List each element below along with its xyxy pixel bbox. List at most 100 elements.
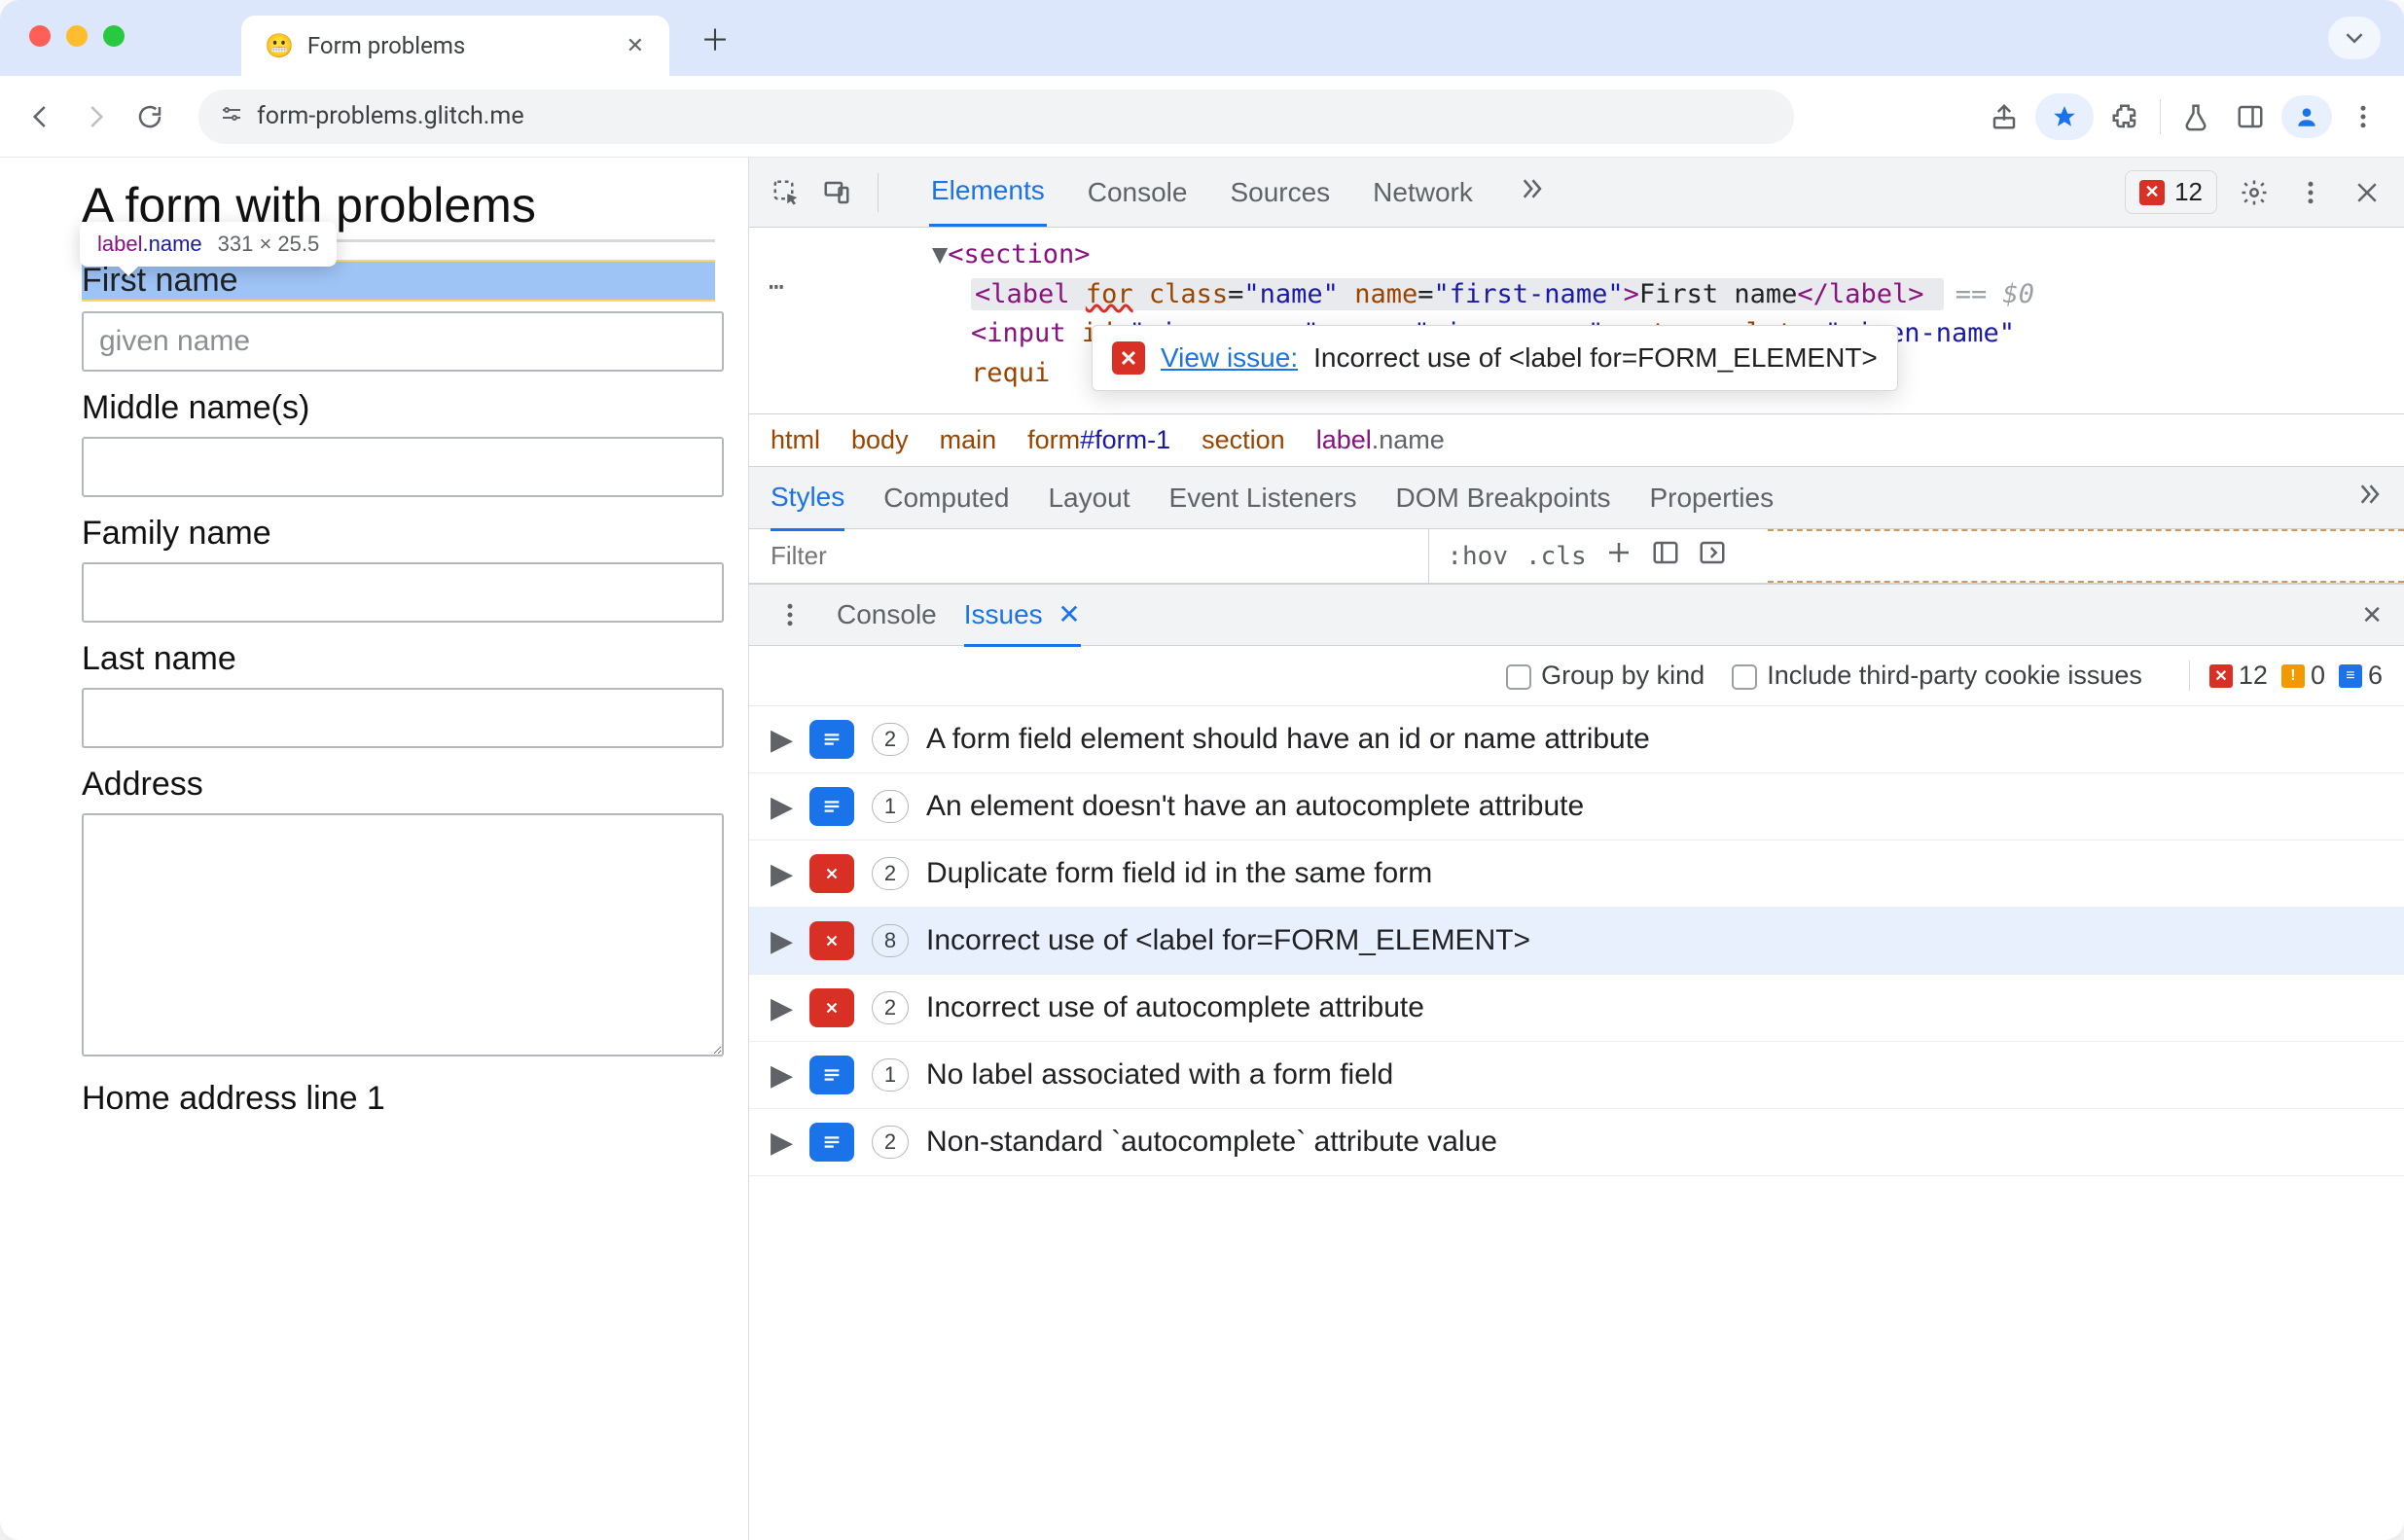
styles-tab-styles[interactable]: Styles xyxy=(771,482,844,531)
first-name-input[interactable] xyxy=(82,311,724,372)
selected-trailer: == $0 xyxy=(1955,279,2034,309)
profile-button[interactable] xyxy=(2281,95,2332,138)
error-icon: ✕ xyxy=(2139,180,2165,205)
web-page: A form with problems label.name 331 × 25… xyxy=(0,158,749,1540)
cls-toggle[interactable]: .cls xyxy=(1525,542,1587,571)
styles-tab-overflow[interactable] xyxy=(2353,480,2383,516)
issue-row[interactable]: ▶1An element doesn't have an autocomplet… xyxy=(749,773,2404,841)
devtools-menu-button[interactable] xyxy=(2291,173,2330,212)
device-toolbar-button[interactable] xyxy=(817,173,856,212)
tab-favicon: 😬 xyxy=(265,32,294,59)
info-count-summary[interactable]: ≡6 xyxy=(2339,661,2383,691)
error-count: 12 xyxy=(2174,177,2203,207)
issue-row[interactable]: ▶2Incorrect use of autocomplete attribut… xyxy=(749,975,2404,1042)
tab-sources[interactable]: Sources xyxy=(1228,160,1332,226)
error-count-pill[interactable]: ✕ 12 xyxy=(2125,170,2217,214)
toggle-rendering-panel[interactable] xyxy=(1698,538,1727,574)
tab-elements[interactable]: Elements xyxy=(929,158,1047,227)
tab-close-icon[interactable]: ✕ xyxy=(627,34,644,58)
tooltip-tagname: label xyxy=(97,232,142,256)
issue-row[interactable]: ▶1No label associated with a form field xyxy=(749,1042,2404,1109)
labs-button[interactable] xyxy=(2172,93,2219,140)
drawer-menu-button[interactable] xyxy=(771,595,809,634)
side-panel-button[interactable] xyxy=(2227,93,2274,140)
tab-overflow-button[interactable] xyxy=(1514,157,1547,228)
inspect-element-button[interactable] xyxy=(767,173,806,212)
view-issue-link[interactable]: View issue: xyxy=(1161,338,1298,378)
issue-title: Incorrect use of <label for=FORM_ELEMENT… xyxy=(926,924,1530,957)
issue-row[interactable]: ▶8Incorrect use of <label for=FORM_ELEME… xyxy=(749,908,2404,975)
include-third-party-checkbox[interactable]: Include third-party cookie issues xyxy=(1732,661,2142,691)
crumb-body[interactable]: body xyxy=(851,425,909,455)
close-window-button[interactable] xyxy=(29,25,51,47)
crumb-main[interactable]: main xyxy=(940,425,997,455)
devtools-separator xyxy=(878,173,879,212)
crumb-section[interactable]: section xyxy=(1202,425,1285,455)
styles-tab-layout[interactable]: Layout xyxy=(1048,483,1130,514)
expand-icon[interactable]: ▶ xyxy=(771,1126,792,1160)
computed-sidebar-toggle[interactable] xyxy=(1651,538,1680,574)
issue-severity-icon xyxy=(809,1123,854,1162)
expand-icon[interactable]: ▶ xyxy=(771,723,792,757)
styles-filter-input[interactable] xyxy=(749,541,1428,571)
address-bar[interactable]: form-problems.glitch.me xyxy=(198,90,1794,144)
new-style-rule-button[interactable] xyxy=(1604,538,1633,574)
issue-row[interactable]: ▶2A form field element should have an id… xyxy=(749,706,2404,773)
crumb-label[interactable]: label.name xyxy=(1316,425,1445,455)
hov-toggle[interactable]: :hov xyxy=(1447,542,1508,571)
styles-tab-eventlisteners[interactable]: Event Listeners xyxy=(1169,483,1357,514)
elements-tree[interactable]: ⋯ ▼<section> <label for class="name" nam… xyxy=(749,228,2404,414)
share-button[interactable] xyxy=(1981,93,2027,140)
styles-tab-properties[interactable]: Properties xyxy=(1649,483,1774,514)
expand-icon[interactable]: ▶ xyxy=(771,1058,792,1092)
extensions-button[interactable] xyxy=(2101,93,2148,140)
issue-row[interactable]: ▶2Duplicate form field id in the same fo… xyxy=(749,841,2404,908)
fullscreen-window-button[interactable] xyxy=(103,25,125,47)
group-by-kind-checkbox[interactable]: Group by kind xyxy=(1506,661,1704,691)
drawer-tab-console[interactable]: Console xyxy=(837,599,937,630)
drawer-tab-issues[interactable]: Issues ✕ xyxy=(964,598,1081,647)
new-tab-button[interactable]: ＋ xyxy=(691,14,739,62)
close-devtools-button[interactable] xyxy=(2348,173,2386,212)
family-name-input[interactable] xyxy=(82,562,724,623)
issue-title: No label associated with a form field xyxy=(926,1058,1393,1092)
issue-title: Duplicate form field id in the same form xyxy=(926,857,1432,890)
drawer-close-button[interactable]: ✕ xyxy=(2361,600,2383,630)
tooltip-class: .name xyxy=(142,232,201,256)
back-button[interactable] xyxy=(18,93,64,140)
browser-tab[interactable]: 😬 Form problems ✕ xyxy=(241,16,669,76)
collapsed-parents-icon[interactable]: ⋯ xyxy=(769,269,786,306)
url-text: form-problems.glitch.me xyxy=(257,102,524,130)
issue-title: Non-standard `autocomplete` attribute va… xyxy=(926,1126,1497,1159)
tab-overflow-button[interactable] xyxy=(2328,17,2381,59)
crumb-form[interactable]: form#form-1 xyxy=(1027,425,1170,455)
gear-icon xyxy=(2240,178,2269,207)
issue-title: A form field element should have an id o… xyxy=(926,723,1650,756)
error-count-summary[interactable]: ✕12 xyxy=(2209,661,2268,691)
last-name-input[interactable] xyxy=(82,688,724,748)
chrome-menu-button[interactable] xyxy=(2340,93,2386,140)
styles-tab-dombreakpoints[interactable]: DOM Breakpoints xyxy=(1396,483,1611,514)
expand-icon[interactable]: ▶ xyxy=(771,790,792,824)
crumb-html[interactable]: html xyxy=(771,425,820,455)
minimize-window-button[interactable] xyxy=(66,25,88,47)
warning-count-summary[interactable]: !0 xyxy=(2281,661,2325,691)
issue-row[interactable]: ▶2Non-standard `autocomplete` attribute … xyxy=(749,1109,2404,1176)
expand-icon[interactable]: ▶ xyxy=(771,991,792,1025)
settings-button[interactable] xyxy=(2235,173,2274,212)
middle-name-input[interactable] xyxy=(82,437,724,497)
tab-console[interactable]: Console xyxy=(1086,160,1190,226)
expand-icon[interactable]: ▶ xyxy=(771,857,792,891)
expand-icon[interactable]: ▶ xyxy=(771,924,792,958)
issue-count: 2 xyxy=(872,991,909,1024)
reload-button[interactable] xyxy=(126,93,173,140)
tree-line-label[interactable]: <label for class="name" name="first-name… xyxy=(971,275,2404,315)
site-settings-icon[interactable] xyxy=(220,102,243,130)
forward-button[interactable] xyxy=(72,93,119,140)
tree-line-section[interactable]: ▼<section> xyxy=(932,235,2404,275)
bookmark-button[interactable] xyxy=(2035,93,2094,140)
chevron-down-icon xyxy=(2340,23,2369,53)
address-textarea[interactable] xyxy=(82,813,724,1057)
tab-network[interactable]: Network xyxy=(1371,160,1475,226)
styles-tab-computed[interactable]: Computed xyxy=(883,483,1009,514)
